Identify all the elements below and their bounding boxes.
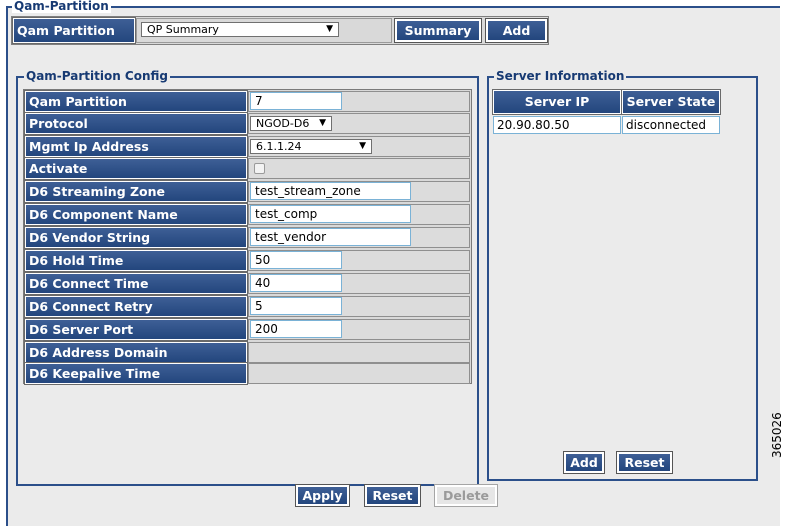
field-value-cell	[248, 363, 470, 384]
partition-select[interactable]: QP Summary ▼	[141, 22, 339, 37]
field-label: D6 Connect Time	[24, 272, 248, 295]
field-label: D6 Keepalive Time	[24, 362, 248, 385]
protocol-select[interactable]: NGOD-D6 ▼	[250, 116, 332, 131]
field-input[interactable]: test_stream_zone	[250, 182, 411, 200]
column-header-server-state: Server State	[621, 89, 721, 115]
dropdown-arrow-icon: ▼	[359, 141, 366, 151]
qam-partition-label: Qam Partition	[12, 17, 136, 44]
activate-checkbox[interactable]	[254, 163, 265, 174]
partition-config-legend: Qam-Partition Config	[24, 69, 171, 83]
add-partition-button[interactable]: Add	[485, 18, 548, 43]
field-input[interactable]: 40	[250, 274, 342, 292]
reset-button[interactable]: Reset	[364, 484, 421, 507]
delete-button[interactable]: Delete	[434, 484, 498, 507]
field-label: D6 Component Name	[24, 203, 248, 226]
field-label: D6 Connect Retry	[24, 295, 248, 318]
summary-button[interactable]: Summary	[394, 18, 482, 43]
server-state-cell: disconnected	[622, 116, 720, 134]
dropdown-arrow-icon: ▼	[319, 118, 326, 128]
field-label: Mgmt Ip Address	[24, 135, 248, 158]
partition-select-value: QP Summary	[147, 23, 219, 36]
field-input[interactable]: test_vendor	[250, 228, 411, 246]
apply-button[interactable]: Apply	[295, 484, 350, 507]
server-reset-button[interactable]: Reset	[616, 451, 673, 474]
field-value-cell	[248, 158, 470, 179]
dropdown-arrow-icon: ▼	[326, 24, 333, 34]
field-label: D6 Hold Time	[24, 249, 248, 272]
field-input[interactable]: test_comp	[250, 205, 411, 223]
column-header-server-ip: Server IP Address	[492, 89, 622, 131]
server-add-button[interactable]: Add	[563, 451, 605, 474]
field-value-cell	[248, 342, 470, 363]
field-label: Activate	[24, 157, 248, 180]
server-information-legend: Server Information	[494, 69, 627, 83]
field-label: D6 Vendor String	[24, 226, 248, 249]
field-input[interactable]: 5	[250, 297, 342, 315]
field-label: D6 Address Domain	[24, 341, 248, 364]
figure-id: 365026	[770, 412, 784, 458]
field-input[interactable]: 7	[250, 92, 342, 110]
mgmt-ip-select[interactable]: 6.1.1.24 ▼	[250, 139, 372, 154]
field-input[interactable]: 200	[250, 320, 342, 338]
field-label: D6 Server Port	[24, 318, 248, 341]
server-ip-cell: 20.90.80.50	[493, 116, 621, 134]
select-value: NGOD-D6	[256, 117, 310, 130]
panel-title: Qam-Partition	[12, 0, 111, 13]
field-label: Qam Partition	[24, 90, 248, 113]
select-value: 6.1.1.24	[256, 140, 302, 153]
field-input[interactable]: 50	[250, 251, 342, 269]
field-label: D6 Streaming Zone	[24, 180, 248, 203]
server-information-group	[487, 76, 758, 481]
field-label: Protocol	[24, 112, 248, 135]
